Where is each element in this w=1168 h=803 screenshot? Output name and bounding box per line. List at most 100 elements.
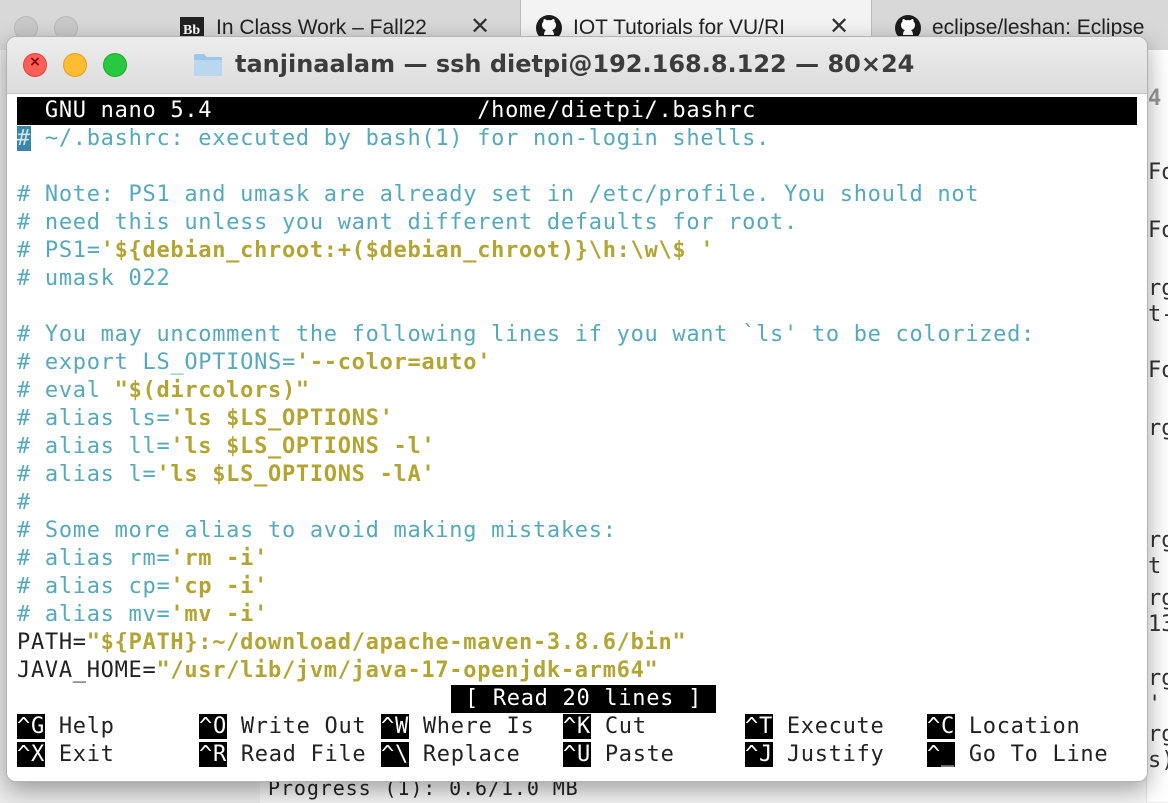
editor-text: # alias mv= <box>17 602 171 627</box>
shortcut-label: Paste <box>590 742 675 767</box>
editor-line[interactable]: # umask 022 <box>17 265 170 293</box>
shortcut-key: ^C <box>927 714 955 739</box>
background-window-right: 4FoForgt-Forgrgt 2rg13rg' rrgs) <box>1146 50 1168 802</box>
close-button[interactable]: × <box>23 53 47 77</box>
editor-text: # export LS_OPTIONS= <box>17 350 296 375</box>
editor-text: # alias ls= <box>17 406 171 431</box>
shortcut-label: Exit <box>44 742 115 767</box>
nano-shortcut[interactable]: ^C Location <box>927 713 1080 741</box>
editor-line[interactable]: # ~/.bashrc: executed by bash(1) for non… <box>17 125 770 153</box>
nano-shortcut[interactable]: ^K Cut <box>563 713 647 741</box>
background-text-fragment: rg <box>1148 586 1168 611</box>
nano-shortcut[interactable]: ^W Where Is <box>381 713 534 741</box>
editor-text: 'cp -i' <box>170 574 269 599</box>
editor-text: 'rm -i' <box>170 546 269 571</box>
editor-line[interactable]: PATH="${PATH}:~/download/apache-maven-3.… <box>17 629 686 657</box>
editor-text: PATH= <box>17 630 87 655</box>
editor-text: # PS1= <box>17 238 101 263</box>
shortcut-key: ^J <box>745 742 773 767</box>
nano-shortcut[interactable]: ^X Exit <box>17 741 115 769</box>
editor-text: 'ls $LS_OPTIONS -l' <box>170 434 436 459</box>
editor-text: # Some more alias to avoid making mistak… <box>17 518 617 543</box>
editor-line[interactable]: # need this unless you want different de… <box>17 209 798 237</box>
terminal-content[interactable]: GNU nano 5.4 /home/dietpi/.bashrc [ Read… <box>7 94 1147 781</box>
shortcut-key: ^G <box>17 714 45 739</box>
shortcut-key: ^X <box>17 742 45 767</box>
shortcut-label: Justify <box>772 742 885 767</box>
background-text-fragment: Fo <box>1148 218 1168 243</box>
editor-line[interactable]: # <box>17 489 31 517</box>
nano-shortcut[interactable]: ^R Read File <box>199 741 366 769</box>
nano-shortcut[interactable]: ^J Justify <box>745 741 884 769</box>
editor-text: # eval <box>17 378 115 403</box>
editor-line[interactable]: # You may uncomment the following lines … <box>17 321 1035 349</box>
nano-header: GNU nano 5.4 /home/dietpi/.bashrc <box>17 97 1137 125</box>
editor-line[interactable]: # Note: PS1 and umask are already set in… <box>17 181 979 209</box>
editor-text: # need this unless you want different de… <box>17 210 798 235</box>
background-text-fragment: 4 <box>1148 86 1162 111</box>
editor-line[interactable]: # Some more alias to avoid making mistak… <box>17 517 617 545</box>
nano-shortcut[interactable]: ^T Execute <box>745 713 884 741</box>
window-title: tanjinaalam — ssh dietpi@192.168.8.122 —… <box>194 50 915 78</box>
editor-text: ~/.bashrc: executed by bash(1) for non-l… <box>30 126 771 151</box>
background-text-fragment: t- <box>1148 302 1168 327</box>
shortcut-label: Write Out <box>226 714 367 739</box>
shortcut-label: Read File <box>226 742 367 767</box>
editor-text: # alias ll= <box>17 434 171 459</box>
terminal-window[interactable]: × tanjinaalam — ssh dietpi@192.168.8.122… <box>6 36 1148 782</box>
window-titlebar[interactable]: × tanjinaalam — ssh dietpi@192.168.8.122… <box>7 37 1147 94</box>
editor-line[interactable]: # alias ll='ls $LS_OPTIONS -l' <box>17 433 435 461</box>
editor-text: # alias rm= <box>17 546 171 571</box>
nano-shortcut[interactable]: ^_ Go To Line <box>927 741 1108 769</box>
nano-shortcut[interactable]: ^U Paste <box>563 741 675 769</box>
background-text-fragment: rg <box>1148 722 1168 747</box>
editor-text: "/usr/lib/jvm/java-17-openjdk-arm64" <box>156 658 659 683</box>
zoom-button[interactable] <box>103 53 127 77</box>
editor-text: "$(dircolors)" <box>114 378 310 403</box>
background-text-fragment: Fo <box>1148 160 1168 185</box>
shortcut-key: ^\ <box>381 742 409 767</box>
editor-text: JAVA_HOME= <box>17 658 157 683</box>
editor-text: # You may uncomment the following lines … <box>17 322 1035 347</box>
editor-text: '--color=auto' <box>295 350 492 375</box>
shortcut-label: Cut <box>590 714 647 739</box>
background-text-fragment: 13 <box>1148 612 1168 637</box>
editor-text: 'ls $LS_OPTIONS -lA' <box>156 462 436 487</box>
window-title-text: tanjinaalam — ssh dietpi@192.168.8.122 —… <box>235 50 915 78</box>
background-text-fragment: rg <box>1148 528 1168 553</box>
editor-line[interactable]: # alias rm='rm -i' <box>17 545 268 573</box>
editor-text: 'ls $LS_OPTIONS' <box>170 406 394 431</box>
editor-text: # <box>17 490 31 515</box>
background-text-fragment: t 2 <box>1148 554 1168 579</box>
editor-line[interactable]: # alias ls='ls $LS_OPTIONS' <box>17 405 394 433</box>
editor-text: "${PATH}:~/download/apache-maven-3.8.6/b… <box>86 630 687 655</box>
shortcut-label: Where Is <box>408 714 535 739</box>
editor-line[interactable]: # eval "$(dircolors)" <box>17 377 310 405</box>
editor-line[interactable]: # alias cp='cp -i' <box>17 573 268 601</box>
shortcut-key: ^K <box>563 714 591 739</box>
editor-line[interactable]: JAVA_HOME="/usr/lib/jvm/java-17-openjdk-… <box>17 657 658 685</box>
shortcut-key: ^T <box>745 714 773 739</box>
shortcut-label: Help <box>44 714 115 739</box>
minimize-button[interactable] <box>63 53 87 77</box>
folder-icon <box>194 54 222 76</box>
nano-shortcut[interactable]: ^O Write Out <box>199 713 366 741</box>
shortcut-key: ^W <box>381 714 409 739</box>
nano-status-bar: [ Read 20 lines ] <box>451 685 716 713</box>
editor-text: # umask 022 <box>17 266 171 291</box>
shortcut-key: ^R <box>199 742 227 767</box>
nano-shortcut[interactable]: ^\ Replace <box>381 741 520 769</box>
nano-shortcut[interactable]: ^G Help <box>17 713 115 741</box>
shortcut-key: ^O <box>199 714 227 739</box>
editor-line[interactable]: # alias mv='mv -i' <box>17 601 268 629</box>
editor-line[interactable]: # export LS_OPTIONS='--color=auto' <box>17 349 491 377</box>
editor-text: # alias cp= <box>17 574 171 599</box>
editor-line[interactable]: # alias l='ls $LS_OPTIONS -lA' <box>17 461 435 489</box>
editor-text: 'mv -i' <box>170 602 269 627</box>
editor-line[interactable]: # PS1='${debian_chroot:+($debian_chroot)… <box>17 237 714 265</box>
shortcut-label: Replace <box>408 742 521 767</box>
background-text-fragment: rg <box>1148 416 1168 441</box>
shortcut-key: ^_ <box>927 742 955 767</box>
text-cursor: # <box>17 126 31 151</box>
shortcut-key: ^U <box>563 742 591 767</box>
